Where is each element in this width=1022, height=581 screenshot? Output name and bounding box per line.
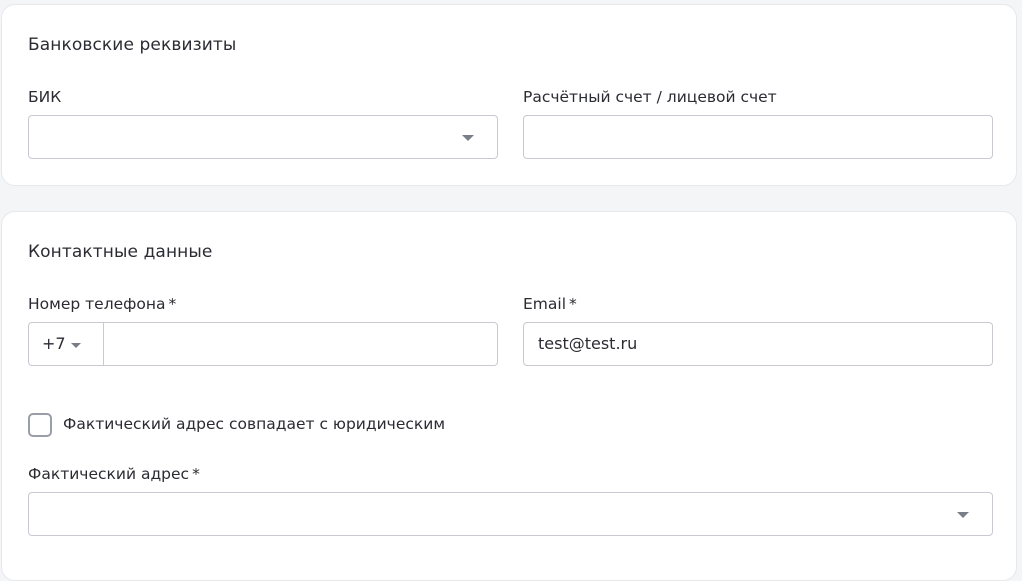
actual-address-label: Фактический адрес * — [28, 465, 200, 483]
chevron-down-icon[interactable] — [462, 135, 474, 141]
phone-code-value: +7 — [42, 334, 66, 353]
email-input[interactable]: test@test.ru — [523, 322, 993, 366]
email-label-text: Email — [523, 295, 567, 313]
bank-details-card: Банковские реквизиты БИК Расчётный счет … — [1, 4, 1017, 186]
phone-code-select[interactable]: +7 — [29, 323, 104, 365]
actual-address-select[interactable] — [28, 492, 993, 536]
bik-label: БИК — [28, 88, 62, 106]
chevron-down-icon[interactable] — [71, 343, 81, 348]
account-input[interactable] — [523, 115, 993, 159]
phone-label: Номер телефона * — [28, 295, 176, 313]
required-mark: * — [192, 465, 200, 483]
phone-label-text: Номер телефона — [28, 295, 166, 313]
contact-details-title: Контактные данные — [28, 242, 213, 262]
chevron-down-icon[interactable] — [957, 512, 969, 518]
actual-address-label-text: Фактический адрес — [28, 465, 190, 483]
contact-details-card: Контактные данные Номер телефона * +7 Ema… — [1, 211, 1017, 581]
required-mark: * — [569, 295, 577, 313]
same-address-label[interactable]: Фактический адрес совпадает с юридически… — [63, 415, 445, 433]
phone-field[interactable]: +7 — [28, 322, 498, 366]
bank-details-title: Банковские реквизиты — [28, 35, 237, 55]
bik-select[interactable] — [28, 115, 498, 159]
account-label: Расчётный счет / лицевой счет — [523, 88, 777, 106]
required-mark: * — [168, 295, 177, 313]
email-label: Email * — [523, 295, 577, 313]
email-value: test@test.ru — [538, 334, 638, 353]
checkbox-unchecked-icon[interactable] — [28, 413, 52, 437]
